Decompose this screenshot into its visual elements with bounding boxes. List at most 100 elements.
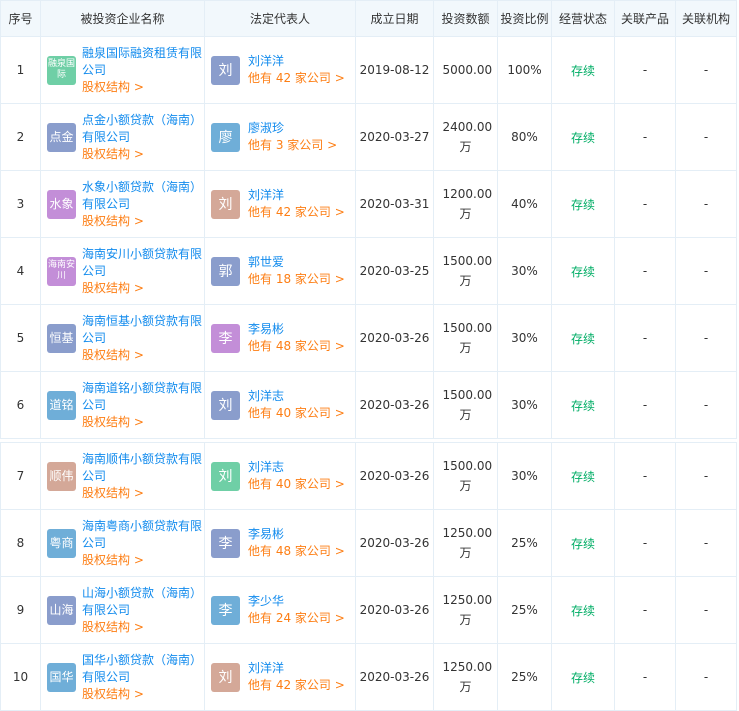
company-name-link[interactable]: 海南粤商小额贷款有限公司 [82,518,204,552]
investment-ratio: 30% [497,442,552,510]
table-row: 8 粤商 海南粤商小额贷款有限公司 股权结构 > 李 李易彬 他有 48 家公司… [0,509,737,577]
related-orgs: - [675,509,737,577]
company-logo[interactable]: 融泉国际 [47,55,76,85]
avatar[interactable]: 刘 [211,390,240,420]
company-name-link[interactable]: 海南安川小额贷款有限公司 [82,246,204,280]
company-logo[interactable]: 国华 [47,662,76,692]
rep-companies-link[interactable]: 他有 48 家公司 > [248,338,345,355]
company-name-link[interactable]: 融泉国际融资租赁有限公司 [82,45,204,79]
legal-rep-link[interactable]: 刘洋志 [248,388,345,405]
founded-date: 2020-03-26 [355,509,434,577]
avatar[interactable]: 李 [211,323,240,353]
related-products: - [614,304,676,372]
rep-companies-link[interactable]: 他有 48 家公司 > [248,543,345,560]
legal-rep-link[interactable]: 李易彬 [248,321,345,338]
column-header: 投资数额 [433,0,498,37]
row-number: 5 [0,304,41,372]
row-number: 1 [0,36,41,104]
equity-structure-link[interactable]: 股权结构 > [82,79,204,96]
company-name-link[interactable]: 海南恒基小额贷款有限公司 [82,313,204,347]
row-number: 3 [0,170,41,238]
avatar[interactable]: 刘 [211,461,240,491]
investment-ratio: 80% [497,103,552,171]
founded-date: 2019-08-12 [355,36,434,104]
rep-companies-link[interactable]: 他有 42 家公司 > [248,677,345,694]
investment-amount: 1500.00万 [442,388,493,422]
equity-structure-link[interactable]: 股权结构 > [82,414,204,431]
equity-structure-link[interactable]: 股权结构 > [82,485,204,502]
equity-structure-link[interactable]: 股权结构 > [82,347,204,364]
legal-rep-link[interactable]: 刘洋洋 [248,53,345,70]
investment-amount: 1200.00万 [442,187,493,221]
rep-companies-link[interactable]: 他有 18 家公司 > [248,271,345,288]
related-orgs: - [675,371,737,439]
equity-structure-link[interactable]: 股权结构 > [82,552,204,569]
equity-structure-link[interactable]: 股权结构 > [82,146,204,163]
status-badge: 存续 [551,576,615,644]
company-name-link[interactable]: 海南道铭小额贷款有限公司 [82,380,204,414]
row-number: 6 [0,371,41,439]
company-name-link[interactable]: 山海小额贷款（海南）有限公司 [82,585,204,619]
investment-ratio: 40% [497,170,552,238]
company-name-link[interactable]: 海南顺伟小额贷款有限公司 [82,451,204,485]
column-header: 法定代表人 [204,0,356,37]
table-row: 6 道铭 海南道铭小额贷款有限公司 股权结构 > 刘 刘洋志 他有 40 家公司… [0,371,737,439]
table-row: 1 融泉国际 融泉国际融资租赁有限公司 股权结构 > 刘 刘洋洋 他有 42 家… [0,36,737,104]
company-logo[interactable]: 水象 [47,189,76,219]
rep-companies-link[interactable]: 他有 24 家公司 > [248,610,345,627]
company-logo[interactable]: 粤商 [47,528,76,558]
company-name-link[interactable]: 国华小额贷款（海南）有限公司 [82,652,204,686]
company-logo[interactable]: 顺伟 [47,461,76,491]
avatar[interactable]: 刘 [211,55,240,85]
column-header: 被投资企业名称 [40,0,205,37]
founded-date: 2020-03-31 [355,170,434,238]
avatar[interactable]: 刘 [211,189,240,219]
equity-structure-link[interactable]: 股权结构 > [82,686,204,703]
investment-amount: 1500.00万 [442,459,493,493]
avatar[interactable]: 廖 [211,122,240,152]
equity-structure-link[interactable]: 股权结构 > [82,280,204,297]
legal-rep-link[interactable]: 李易彬 [248,526,345,543]
table-row: 7 顺伟 海南顺伟小额贷款有限公司 股权结构 > 刘 刘洋志 他有 40 家公司… [0,442,737,510]
founded-date: 2020-03-26 [355,643,434,711]
row-number: 9 [0,576,41,644]
equity-structure-link[interactable]: 股权结构 > [82,213,204,230]
investment-ratio: 100% [497,36,552,104]
related-products: - [614,36,676,104]
rep-companies-link[interactable]: 他有 42 家公司 > [248,70,345,87]
legal-rep-link[interactable]: 刘洋洋 [248,187,345,204]
status-badge: 存续 [551,170,615,238]
company-logo[interactable]: 海南安川 [47,256,76,286]
status-badge: 存续 [551,237,615,305]
status-badge: 存续 [551,103,615,171]
legal-rep-link[interactable]: 刘洋志 [248,459,345,476]
row-number: 7 [0,442,41,510]
avatar[interactable]: 李 [211,595,240,625]
legal-rep-link[interactable]: 刘洋洋 [248,660,345,677]
column-header: 经营状态 [551,0,615,37]
avatar[interactable]: 李 [211,528,240,558]
legal-rep-link[interactable]: 廖淑珍 [248,120,337,137]
company-logo[interactable]: 道铭 [47,390,76,420]
table-row: 10 国华 国华小额贷款（海南）有限公司 股权结构 > 刘 刘洋洋 他有 42 … [0,643,737,711]
equity-structure-link[interactable]: 股权结构 > [82,619,204,636]
company-name-link[interactable]: 水象小额贷款（海南）有限公司 [82,179,204,213]
company-logo[interactable]: 山海 [47,595,76,625]
company-logo[interactable]: 点金 [47,122,76,152]
related-orgs: - [675,576,737,644]
rep-companies-link[interactable]: 他有 42 家公司 > [248,204,345,221]
related-orgs: - [675,170,737,238]
table-header: 序号 被投资企业名称 法定代表人 成立日期 投资数额 投资比例 经营状态 关联产品 关联机构 [0,0,737,37]
investment-amount: 1500.00万 [442,254,493,288]
rep-companies-link[interactable]: 他有 40 家公司 > [248,405,345,422]
rep-companies-link[interactable]: 他有 40 家公司 > [248,476,345,493]
company-logo[interactable]: 恒基 [47,323,76,353]
avatar[interactable]: 刘 [211,662,240,692]
legal-rep-link[interactable]: 郭世爱 [248,254,345,271]
related-orgs: - [675,103,737,171]
avatar[interactable]: 郭 [211,256,240,286]
rep-companies-link[interactable]: 他有 3 家公司 > [248,137,337,154]
row-number: 4 [0,237,41,305]
company-name-link[interactable]: 点金小额贷款（海南）有限公司 [82,112,204,146]
legal-rep-link[interactable]: 李少华 [248,593,345,610]
